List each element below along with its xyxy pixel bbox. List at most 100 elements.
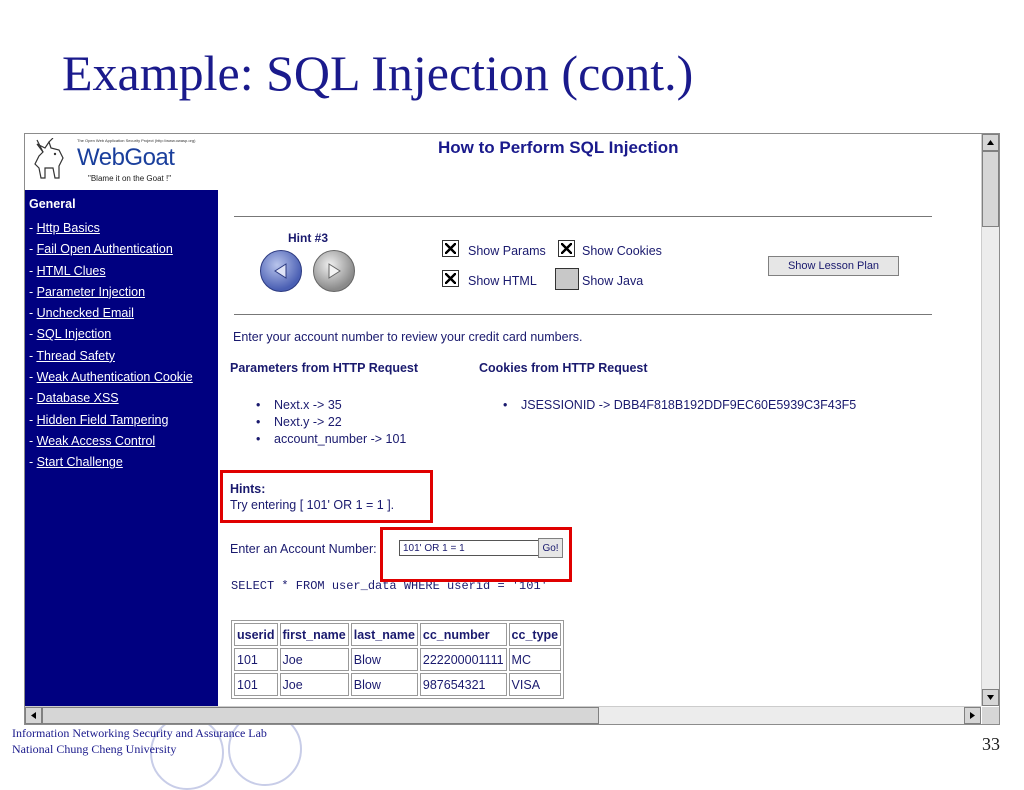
show-lesson-plan-button[interactable]: Show Lesson Plan bbox=[768, 256, 899, 276]
cookies-list: JSESSIONID -> DBB4F818B192DDF9EC60E5939C… bbox=[503, 397, 856, 414]
arrow-up-icon bbox=[987, 140, 994, 145]
page-number: 33 bbox=[982, 734, 1000, 754]
sidebar-item-html-clues: - HTML Clues bbox=[29, 263, 106, 278]
show-html-checkbox[interactable] bbox=[442, 270, 459, 287]
table-cell: VISA bbox=[508, 673, 562, 696]
hint-label: Hint #3 bbox=[288, 231, 329, 245]
arrow-left-icon bbox=[31, 712, 36, 719]
column-header: cc_type bbox=[508, 623, 562, 646]
vertical-scrollbar[interactable] bbox=[981, 134, 999, 706]
nav-link[interactable]: Parameter Injection bbox=[37, 285, 145, 299]
table-cell: 987654321 bbox=[419, 673, 507, 696]
sidebar-item-weak-access-control: - Weak Access Control bbox=[29, 433, 156, 448]
table-row: 101 Joe Blow 222200001111 MC bbox=[234, 648, 562, 671]
list-item: Next.y -> 22 bbox=[256, 414, 406, 431]
sidebar-item-thread-safety: - Thread Safety bbox=[29, 348, 115, 363]
scroll-up-button[interactable] bbox=[982, 134, 999, 151]
column-header: userid bbox=[234, 623, 278, 646]
sidebar-item-sql-injection: - SQL Injection bbox=[29, 327, 112, 342]
table-cell: Blow bbox=[350, 673, 418, 696]
sidebar: The Open Web Application Security Projec… bbox=[25, 134, 218, 706]
forward-arrow-icon bbox=[328, 263, 341, 279]
nav-link[interactable]: Database XSS bbox=[37, 391, 119, 405]
table-cell: Joe bbox=[279, 648, 349, 671]
nav-link[interactable]: Start Challenge bbox=[37, 455, 123, 469]
nav-link[interactable]: Thread Safety bbox=[36, 349, 115, 363]
list-item: Next.x -> 35 bbox=[256, 397, 406, 414]
show-java-checkbox[interactable] bbox=[555, 268, 579, 290]
vertical-scroll-thumb[interactable] bbox=[982, 151, 999, 227]
divider bbox=[234, 314, 932, 315]
hints-highlight-box bbox=[220, 470, 433, 523]
logo-tagline: "Blame it on the Goat !" bbox=[88, 174, 172, 183]
next-hint-button[interactable] bbox=[313, 250, 355, 292]
show-java-label: Show Java bbox=[582, 274, 644, 288]
goat-icon bbox=[34, 138, 64, 179]
table-cell: 222200001111 bbox=[419, 648, 507, 671]
nav-link[interactable]: Unchecked Email bbox=[37, 306, 134, 320]
horizontal-scroll-thumb[interactable] bbox=[42, 707, 599, 724]
nav-link[interactable]: Weak Authentication Cookie bbox=[37, 370, 193, 384]
nav-list: - Http Basics - Fail Open Authentication… bbox=[29, 218, 193, 474]
nav-link[interactable]: Http Basics bbox=[37, 221, 100, 235]
table-cell: 101 bbox=[234, 673, 278, 696]
scroll-left-button[interactable] bbox=[25, 707, 42, 724]
sidebar-item-weak-auth-cookie: - Weak Authentication Cookie bbox=[29, 370, 193, 385]
scrollbar-corner bbox=[982, 707, 999, 724]
nav-heading: General bbox=[29, 197, 76, 211]
divider bbox=[234, 216, 932, 217]
nav-link[interactable]: SQL Injection bbox=[37, 327, 112, 341]
sidebar-item-start-challenge: - Start Challenge bbox=[29, 455, 123, 470]
sidebar-item-hidden-field-tampering: - Hidden Field Tampering bbox=[29, 412, 169, 427]
column-header: cc_number bbox=[419, 623, 507, 646]
slide-footer: Information Networking Security and Assu… bbox=[12, 725, 267, 757]
account-number-label: Enter an Account Number: bbox=[230, 542, 377, 556]
arrow-down-icon bbox=[987, 695, 994, 700]
logo-title: WebGoat bbox=[77, 144, 175, 171]
lesson-title: How to Perform SQL Injection bbox=[438, 138, 679, 157]
arrow-right-icon bbox=[970, 712, 975, 719]
cookies-heading: Cookies from HTTP Request bbox=[479, 361, 648, 375]
logo-subtitle: The Open Web Application Security Projec… bbox=[77, 138, 196, 143]
table-cell: 101 bbox=[234, 648, 278, 671]
sidebar-item-http-basics: - Http Basics bbox=[29, 221, 100, 235]
back-arrow-icon bbox=[274, 263, 287, 279]
params-list: Next.x -> 35 Next.y -> 22 account_number… bbox=[256, 397, 406, 448]
sidebar-item-unchecked-email: - Unchecked Email bbox=[29, 306, 134, 321]
column-header: last_name bbox=[350, 623, 418, 646]
sidebar-item-parameter-injection: - Parameter Injection bbox=[29, 284, 146, 299]
list-item: JSESSIONID -> DBB4F818B192DDF9EC60E5939C… bbox=[503, 397, 856, 414]
table-row: 101 Joe Blow 987654321 VISA bbox=[234, 673, 562, 696]
lesson-intro: Enter your account number to review your… bbox=[233, 330, 583, 344]
nav-link[interactable]: Hidden Field Tampering bbox=[37, 413, 169, 427]
sidebar-item-fail-open-auth: - Fail Open Authentication bbox=[29, 242, 173, 257]
nav-link[interactable]: Weak Access Control bbox=[37, 434, 156, 448]
webgoat-logo[interactable]: The Open Web Application Security Projec… bbox=[25, 134, 218, 190]
show-params-label: Show Params bbox=[468, 244, 546, 258]
lesson-content: How to Perform SQL Injection Hint #3 Sho… bbox=[218, 134, 981, 706]
table-cell: Blow bbox=[350, 648, 418, 671]
sidebar-item-database-xss: - Database XSS bbox=[29, 391, 119, 406]
nav-link[interactable]: Fail Open Authentication bbox=[37, 242, 173, 256]
footer-university: National Chung Cheng University bbox=[12, 742, 177, 756]
input-highlight-box bbox=[380, 527, 572, 582]
table-header-row: userid first_name last_name cc_number cc… bbox=[234, 623, 562, 646]
list-item: account_number -> 101 bbox=[256, 431, 406, 448]
previous-hint-button[interactable] bbox=[260, 250, 302, 292]
column-header: first_name bbox=[279, 623, 349, 646]
scroll-down-button[interactable] bbox=[982, 689, 999, 706]
horizontal-scrollbar[interactable] bbox=[25, 706, 981, 724]
show-html-label: Show HTML bbox=[468, 274, 537, 288]
slide-title: Example: SQL Injection (cont.) bbox=[62, 45, 694, 101]
results-table: userid first_name last_name cc_number cc… bbox=[231, 620, 565, 699]
nav-link[interactable]: HTML Clues bbox=[37, 264, 106, 278]
show-cookies-label: Show Cookies bbox=[582, 244, 662, 258]
table-cell: MC bbox=[508, 648, 562, 671]
show-cookies-checkbox[interactable] bbox=[558, 240, 575, 257]
params-heading: Parameters from HTTP Request bbox=[230, 361, 419, 375]
footer-lab: Information Networking Security and Assu… bbox=[12, 726, 267, 740]
browser-window: The Open Web Application Security Projec… bbox=[24, 133, 1000, 725]
show-params-checkbox[interactable] bbox=[442, 240, 459, 257]
table-cell: Joe bbox=[279, 673, 349, 696]
scroll-right-button[interactable] bbox=[964, 707, 981, 724]
